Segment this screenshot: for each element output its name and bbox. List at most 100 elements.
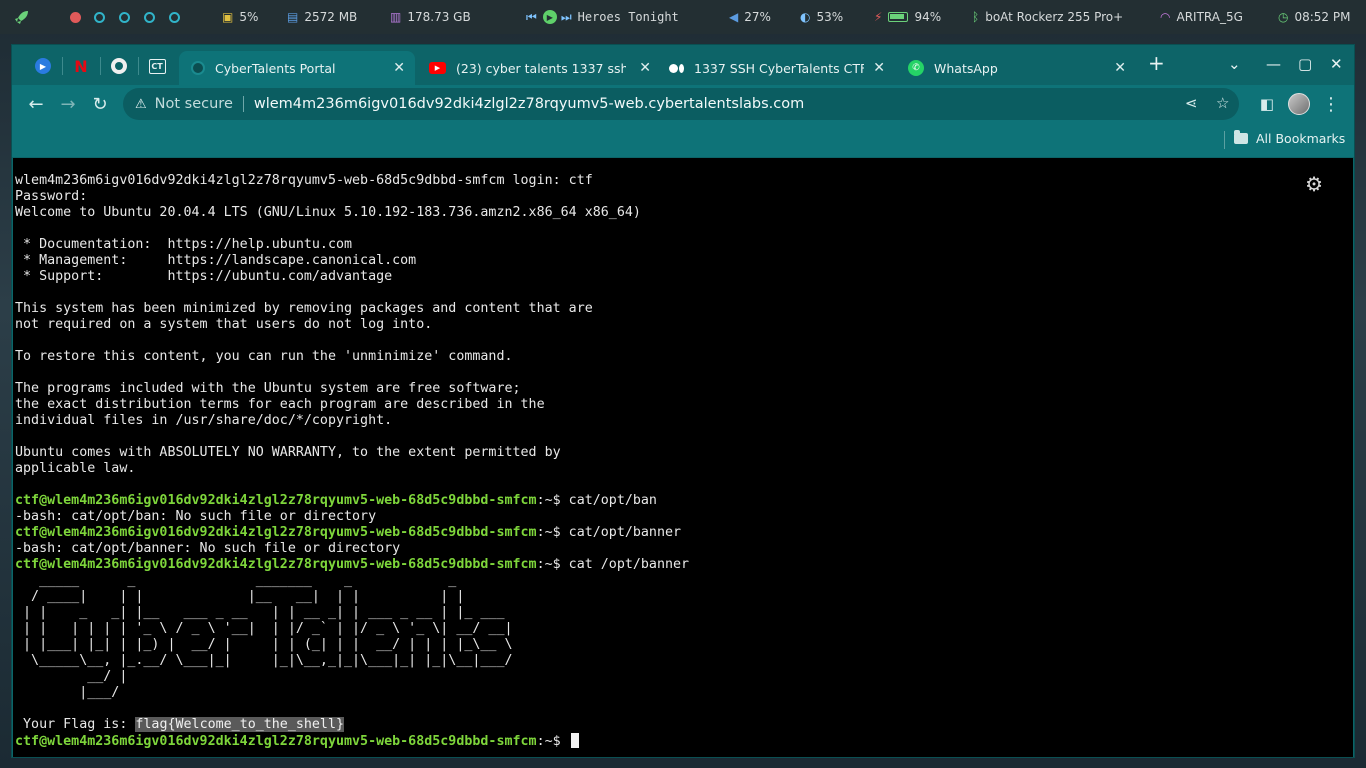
ct-icon: CT — [148, 58, 166, 74]
workspace-4-icon[interactable] — [144, 11, 155, 23]
output-text: -bash: cat/opt/banner: No such file or d… — [15, 541, 401, 556]
bluetooth-icon: ᛒ — [972, 10, 980, 24]
cpu-icon: ▣ — [222, 10, 234, 24]
terminal-line: | | | | | | '_ \ / _ \ '__| | |/ _` | |/… — [15, 621, 689, 637]
terminal-line: Ubuntu comes with ABSOLUTELY NO WARRANTY… — [15, 445, 689, 461]
maximize-button[interactable]: ▢ — [1298, 55, 1312, 73]
pinned-tab-github[interactable] — [104, 54, 134, 78]
tab-title: (23) cyber talents 1337 ssh set — [456, 60, 626, 76]
close-tab-icon[interactable]: ✕ — [393, 60, 405, 76]
workspace-2-icon[interactable] — [94, 11, 105, 23]
bluetooth-indicator[interactable]: ᛒ boAt Rockerz 255 Pro+ — [972, 0, 1123, 34]
reload-icon[interactable]: ↻ — [87, 92, 113, 116]
warning-triangle-icon[interactable]: ⚠ — [135, 97, 147, 112]
forward-arrow-icon[interactable]: → — [55, 92, 81, 116]
tab-youtube[interactable]: ▶ (23) cyber talents 1337 ssh set ✕ — [417, 51, 661, 85]
workspace-3-icon[interactable] — [119, 11, 130, 23]
output-text: -bash: cat/opt/ban: No such file or dire… — [15, 509, 377, 524]
rocket-launcher-icon[interactable] — [14, 0, 30, 34]
media-title: Heroes Tonight — [577, 10, 679, 24]
minimize-button[interactable]: — — [1266, 55, 1281, 73]
shell-prompt: ctf@wlem4m236m6igv016dv92dki4zlgl2z78rqy… — [15, 493, 537, 508]
output-text: |___/ — [15, 685, 120, 700]
workspace-5-icon[interactable] — [169, 11, 180, 23]
new-tab-button[interactable]: + — [1148, 51, 1165, 75]
browser-toolbar: ← → ↻ ⚠ Not secure wlem4m236m6igv016dv92… — [12, 85, 1354, 123]
command-text: :~$ cat /opt/banner — [536, 557, 690, 572]
output-text: applicable law. — [15, 461, 136, 476]
clock[interactable]: ◷ 08:52 PM — [1278, 0, 1350, 34]
output-text: Welcome to Ubuntu 20.04.4 LTS (GNU/Linux… — [15, 205, 641, 220]
next-track-icon[interactable]: ⏭ — [561, 10, 572, 25]
side-panel-icon[interactable]: ◧ — [1254, 92, 1280, 116]
settings-gear-icon[interactable]: ⚙ — [1305, 172, 1323, 196]
previous-track-icon[interactable]: ⏮ — [526, 10, 537, 25]
terminal-line: * Support: https://ubuntu.com/advantage — [15, 269, 689, 285]
url-text[interactable]: wlem4m236m6igv016dv92dki4zlgl2z78rqyumv5… — [254, 96, 804, 112]
battery-indicator[interactable]: ⚡ 94% — [874, 0, 941, 34]
wifi-indicator[interactable]: ◠ ARITRA_5G — [1160, 0, 1243, 34]
output-text: individual files in /usr/share/doc/*/cop… — [15, 413, 393, 428]
bookmark-star-icon[interactable]: ☆ — [1216, 94, 1229, 112]
brightness-indicator[interactable]: ◐ 53% — [800, 0, 843, 34]
tab-whatsapp[interactable]: ✆ WhatsApp ✕ — [896, 51, 1136, 85]
address-bar[interactable]: ⚠ Not secure wlem4m236m6igv016dv92dki4zl… — [123, 88, 1239, 120]
disk-icon: ▥ — [390, 10, 402, 24]
terminal-line: * Management: https://landscape.canonica… — [15, 253, 689, 269]
ram-indicator: ▤ 2572 MB — [287, 0, 357, 34]
output-text: \_____\__, |_.__/ \___|_| |_|\__,_|_|\__… — [15, 653, 513, 668]
output-text: To restore this content, you can run the… — [15, 349, 513, 364]
output-text: | |___| |_| | |_) | __/ | | | (_| | | __… — [15, 637, 513, 652]
close-tab-icon[interactable]: ✕ — [873, 60, 885, 76]
terminal-line: -bash: cat/opt/ban: No such file or dire… — [15, 509, 689, 525]
menu-kebab-icon[interactable]: ⋮ — [1318, 92, 1344, 116]
tab-medium[interactable]: 1337 SSH CyberTalents CTF #L ✕ — [657, 51, 895, 85]
terminal-line: -bash: cat/opt/banner: No such file or d… — [15, 541, 689, 557]
terminal-line: | | _ _| |__ ___ _ __ | | __ _| | ___ _ … — [15, 605, 689, 621]
flag-value[interactable]: flag{Welcome_to_the_shell} — [135, 717, 345, 732]
terminal-line: / ____| | | |__ __| | | | | — [15, 589, 689, 605]
tab-search-chevron-down-icon[interactable]: ⌄ — [1228, 55, 1241, 73]
all-bookmarks-label: All Bookmarks — [1256, 131, 1346, 146]
output-text: This system has been minimized by removi… — [15, 301, 593, 316]
security-label[interactable]: Not secure — [155, 96, 233, 112]
all-bookmarks-button[interactable]: All Bookmarks — [1234, 130, 1346, 146]
tab-strip: ▶ N CT CyberTalents Portal ✕ ▶ (23) cybe… — [12, 45, 1354, 85]
terminal-line: ctf@wlem4m236m6igv016dv92dki4zlgl2z78rqy… — [15, 525, 689, 541]
command-text: :~$ cat/opt/ban — [536, 493, 657, 508]
youtube-icon: ▶ — [429, 62, 446, 74]
terminal-line: ctf@wlem4m236m6igv016dv92dki4zlgl2z78rqy… — [15, 733, 689, 749]
back-arrow-icon[interactable]: ← — [23, 92, 49, 116]
cpu-value: 5% — [239, 10, 259, 24]
close-tab-icon[interactable]: ✕ — [639, 60, 651, 76]
profile-avatar[interactable] — [1286, 92, 1312, 116]
play-icon[interactable]: ▶ — [542, 10, 557, 24]
terminal-line: not required on a system that users do n… — [15, 317, 689, 333]
share-icon[interactable]: ⋖ — [1185, 94, 1198, 112]
clock-time: 08:52 PM — [1294, 10, 1351, 24]
output-text: not required on a system that users do n… — [15, 317, 433, 332]
battery-icon — [888, 12, 909, 22]
pinned-tab-ct[interactable]: CT — [142, 54, 172, 78]
terminal-line: | |___| |_| | |_) | __/ | | | (_| | | __… — [15, 637, 689, 653]
tab-cybertalents-portal[interactable]: CyberTalents Portal ✕ — [179, 51, 415, 85]
close-tab-icon[interactable]: ✕ — [1114, 60, 1126, 76]
pinned-tab-media[interactable]: ▶ — [28, 54, 58, 78]
volume-icon: ◀ — [729, 10, 739, 24]
terminal-line: ctf@wlem4m236m6igv016dv92dki4zlgl2z78rqy… — [15, 557, 689, 573]
close-window-button[interactable]: ✕ — [1330, 55, 1343, 73]
output-text: * Documentation: https://help.ubuntu.com — [15, 237, 353, 252]
battery-value: 94% — [914, 10, 942, 24]
volume-indicator[interactable]: ◀ 27% — [729, 0, 771, 34]
clock-icon: ◷ — [1278, 10, 1289, 24]
shell-prompt: ctf@wlem4m236m6igv016dv92dki4zlgl2z78rqy… — [15, 525, 537, 540]
terminal-line: applicable law. — [15, 461, 689, 477]
terminal-cursor[interactable] — [570, 733, 579, 748]
pinned-tab-netflix[interactable]: N — [66, 54, 96, 78]
web-terminal[interactable]: ⚙ wlem4m236m6igv016dv92dki4zlgl2z78rqyum… — [13, 158, 1353, 757]
workspace-dot-active-icon[interactable] — [70, 11, 81, 23]
terminal-line: _____ _ _______ _ _ — [15, 573, 689, 589]
folder-icon — [1234, 130, 1248, 144]
